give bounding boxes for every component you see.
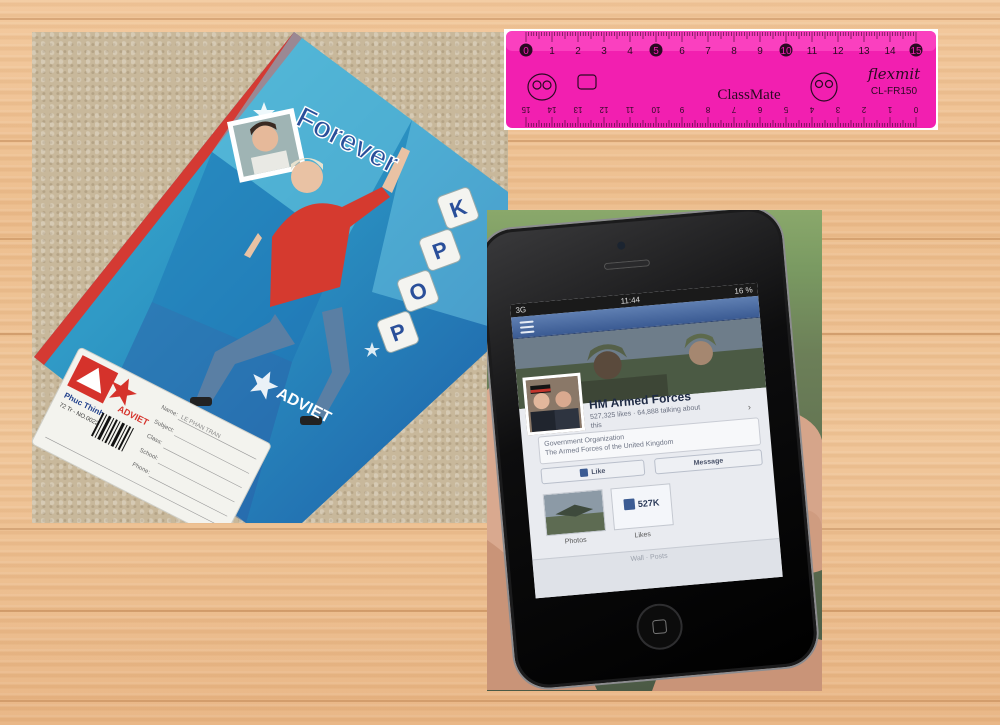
profile-picture[interactable] xyxy=(522,372,586,436)
ruler-bottom-number: 12 xyxy=(599,105,608,114)
wood-plank-seam xyxy=(0,18,1000,20)
ruler-top-number: 5 xyxy=(653,46,659,57)
ruler-top-number: 2 xyxy=(575,46,581,57)
iphone: 3G 11:44 16 % HM Armed Forces 527,325 li… xyxy=(487,210,820,691)
ruler-bottom-number: 3 xyxy=(835,105,840,114)
phone-screen: 3G 11:44 16 % HM Armed Forces 527,325 li… xyxy=(509,282,783,599)
classmate-ruler: 0 1 2 3 4 5 6 7 8 9 10 11 12 13 14 15 15 14 13 12 11 10 9 8 7 6 5… xyxy=(506,31,936,128)
ruler-top-number: 4 xyxy=(627,46,633,57)
ruler-bottom-number: 10 xyxy=(651,105,660,114)
ruler-top-number: 15 xyxy=(910,46,922,57)
like-button[interactable]: Like xyxy=(540,459,646,485)
menu-icon[interactable] xyxy=(519,320,535,334)
ruler-top-number: 8 xyxy=(731,46,737,57)
ruler-bottom-number: 9 xyxy=(679,105,684,114)
ruler-bottom-number: 0 xyxy=(913,105,918,114)
ruler-top-number: 12 xyxy=(832,46,844,57)
phone-photo: 3G 11:44 16 % HM Armed Forces 527,325 li… xyxy=(487,210,822,691)
ruler-bottom-number: 8 xyxy=(705,105,710,114)
ruler-top-number: 0 xyxy=(523,46,529,57)
ruler-top-number: 6 xyxy=(679,46,685,57)
ruler-logo: flexmit xyxy=(867,65,921,83)
ruler-top-number: 3 xyxy=(601,46,607,57)
likes-label: Likes xyxy=(634,531,652,540)
feed-row-label: Wall · Posts xyxy=(630,552,668,563)
ruler-top-number: 14 xyxy=(884,46,896,57)
ruler-bottom-number: 11 xyxy=(625,105,634,114)
kpop-notebook: Forever K P O P ADVIET Phuc Thinh 72 Tr … xyxy=(32,32,508,523)
ruler-top-number: 10 xyxy=(780,46,792,57)
ruler-top-number: 1 xyxy=(549,46,555,57)
ruler-top-number: 13 xyxy=(858,46,870,57)
photos-tile[interactable] xyxy=(542,489,607,537)
ruler-photo: 0 1 2 3 4 5 6 7 8 9 10 11 12 13 14 15 15 14 13 12 11 10 9 8 7 6 5… xyxy=(504,29,938,130)
thumbs-up-icon xyxy=(580,468,589,478)
status-time: 11:44 xyxy=(620,295,641,306)
ruler-model-label: CL-FR150 xyxy=(871,86,918,97)
front-camera xyxy=(616,241,626,250)
earpiece-speaker xyxy=(603,259,651,271)
ruler-bottom-number: 15 xyxy=(521,105,530,114)
ruler-bottom-number: 5 xyxy=(783,105,788,114)
ruler-bottom-number: 13 xyxy=(573,105,582,114)
ruler-top-number: 7 xyxy=(705,46,711,57)
ruler-bottom-number: 1 xyxy=(887,105,892,114)
chevron-right-icon[interactable]: › xyxy=(747,402,751,412)
ruler-brand-label: ClassMate xyxy=(717,87,781,103)
notebook-photo: Forever K P O P ADVIET Phuc Thinh 72 Tr … xyxy=(32,32,508,523)
carrier-label: 3G xyxy=(515,305,527,316)
ruler-bottom-number: 2 xyxy=(861,105,866,114)
ruler-bottom-number: 7 xyxy=(731,105,736,114)
home-button[interactable] xyxy=(634,601,685,652)
wood-plank-seam xyxy=(0,700,1000,702)
likes-count-value: 527K xyxy=(637,496,660,509)
ruler-top-number: 11 xyxy=(807,46,818,57)
message-button-label: Message xyxy=(693,457,724,467)
ruler-bottom-number: 6 xyxy=(757,105,762,114)
ruler-bottom-number: 14 xyxy=(547,105,556,114)
feed-row: Wall · Posts xyxy=(532,537,783,599)
like-button-label: Like xyxy=(591,467,606,476)
photos-label: Photos xyxy=(564,536,587,546)
ruler-bottom-number: 4 xyxy=(809,105,814,114)
ruler-top-number: 9 xyxy=(757,46,763,57)
thumbs-up-icon xyxy=(623,498,636,511)
battery-label: 16 % xyxy=(734,285,754,296)
